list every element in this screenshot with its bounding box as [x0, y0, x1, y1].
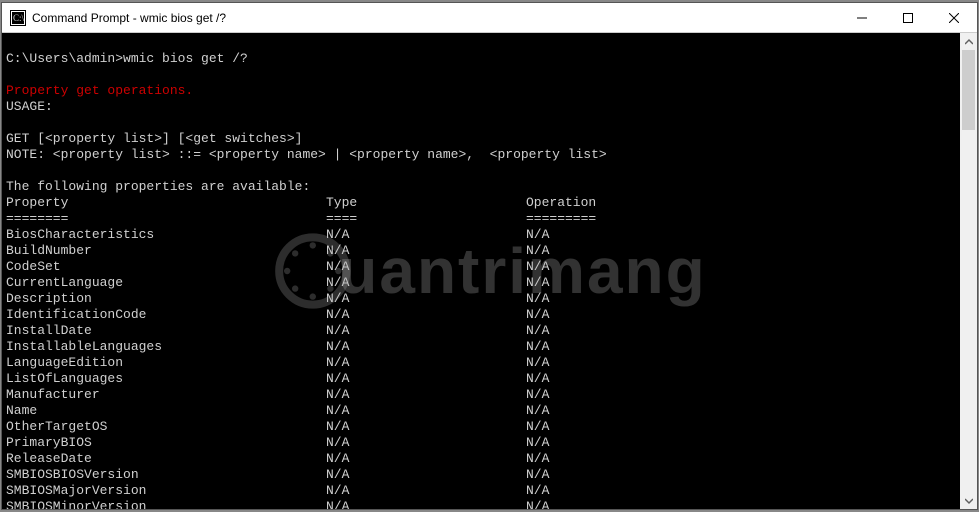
maximize-button[interactable]: [885, 3, 931, 33]
cell-operation: N/A: [526, 339, 549, 355]
cell-type: N/A: [326, 499, 526, 509]
svg-text:C:\: C:\: [13, 13, 25, 23]
cell-operation: N/A: [526, 403, 549, 419]
cell-property: CurrentLanguage: [6, 275, 326, 291]
cell-property: Name: [6, 403, 326, 419]
table-row: NameN/AN/A: [6, 403, 977, 419]
cell-property: BiosCharacteristics: [6, 227, 326, 243]
table-row: OtherTargetOSN/AN/A: [6, 419, 977, 435]
cmd-icon: C:\: [10, 10, 26, 26]
cell-property: PrimaryBIOS: [6, 435, 326, 451]
cell-property: OtherTargetOS: [6, 419, 326, 435]
cell-operation: N/A: [526, 435, 549, 451]
header-property: Property: [6, 195, 326, 211]
cell-operation: N/A: [526, 467, 549, 483]
close-button[interactable]: [931, 3, 977, 33]
header-type: Type: [326, 195, 526, 211]
prompt: C:\Users\admin>: [6, 51, 123, 66]
cell-type: N/A: [326, 227, 526, 243]
table-row: DescriptionN/AN/A: [6, 291, 977, 307]
window-title: Command Prompt - wmic bios get /?: [32, 11, 226, 25]
section-title: Property get operations.: [6, 83, 193, 98]
table-divider: =====================: [6, 211, 977, 227]
cell-type: N/A: [326, 435, 526, 451]
command: wmic bios get /?: [123, 51, 248, 66]
cell-operation: N/A: [526, 291, 549, 307]
table-row: BiosCharacteristicsN/AN/A: [6, 227, 977, 243]
table-row: InstallDateN/AN/A: [6, 323, 977, 339]
available-line: The following properties are available:: [6, 179, 310, 194]
cell-property: LanguageEdition: [6, 355, 326, 371]
cell-type: N/A: [326, 483, 526, 499]
cell-operation: N/A: [526, 259, 549, 275]
cell-property: ListOfLanguages: [6, 371, 326, 387]
vertical-scrollbar[interactable]: [960, 33, 977, 509]
table-row: ListOfLanguagesN/AN/A: [6, 371, 977, 387]
cell-type: N/A: [326, 243, 526, 259]
cell-operation: N/A: [526, 499, 549, 509]
table-row: SMBIOSMinorVersionN/AN/A: [6, 499, 977, 509]
cell-operation: N/A: [526, 275, 549, 291]
usage-label: USAGE:: [6, 99, 53, 114]
cell-type: N/A: [326, 403, 526, 419]
cell-type: N/A: [326, 323, 526, 339]
cell-operation: N/A: [526, 419, 549, 435]
table-row: IdentificationCodeN/AN/A: [6, 307, 977, 323]
cell-type: N/A: [326, 419, 526, 435]
cell-operation: N/A: [526, 451, 549, 467]
cell-type: N/A: [326, 371, 526, 387]
cell-operation: N/A: [526, 355, 549, 371]
cell-property: ReleaseDate: [6, 451, 326, 467]
scroll-down-arrow[interactable]: [960, 492, 977, 509]
table-row: BuildNumberN/AN/A: [6, 243, 977, 259]
table-row: SMBIOSBIOSVersionN/AN/A: [6, 467, 977, 483]
cell-property: SMBIOSMinorVersion: [6, 499, 326, 509]
cell-property: SMBIOSMajorVersion: [6, 483, 326, 499]
cell-type: N/A: [326, 339, 526, 355]
cell-property: Manufacturer: [6, 387, 326, 403]
get-syntax: GET [<property list>] [<get switches>]: [6, 131, 302, 146]
table-row: ReleaseDateN/AN/A: [6, 451, 977, 467]
cell-operation: N/A: [526, 243, 549, 259]
terminal-area[interactable]: C:\Users\admin>wmic bios get /? Property…: [2, 33, 977, 509]
window: C:\ Command Prompt - wmic bios get /? C:…: [1, 2, 978, 510]
note-line: NOTE: <property list> ::= <property name…: [6, 147, 607, 162]
cell-type: N/A: [326, 387, 526, 403]
header-operation: Operation: [526, 195, 596, 211]
table-row: LanguageEditionN/AN/A: [6, 355, 977, 371]
cell-operation: N/A: [526, 307, 549, 323]
cell-property: Description: [6, 291, 326, 307]
cell-property: InstallableLanguages: [6, 339, 326, 355]
cell-operation: N/A: [526, 227, 549, 243]
table-row: PrimaryBIOSN/AN/A: [6, 435, 977, 451]
cell-property: IdentificationCode: [6, 307, 326, 323]
scroll-up-arrow[interactable]: [960, 33, 977, 50]
table-row: SMBIOSMajorVersionN/AN/A: [6, 483, 977, 499]
cell-operation: N/A: [526, 483, 549, 499]
cell-property: BuildNumber: [6, 243, 326, 259]
scroll-track[interactable]: [960, 50, 977, 492]
cell-property: CodeSet: [6, 259, 326, 275]
table-header: PropertyTypeOperation: [6, 195, 977, 211]
cell-operation: N/A: [526, 387, 549, 403]
scroll-thumb[interactable]: [962, 50, 975, 130]
titlebar[interactable]: C:\ Command Prompt - wmic bios get /?: [2, 3, 977, 33]
cell-type: N/A: [326, 451, 526, 467]
terminal-content: C:\Users\admin>wmic bios get /? Property…: [2, 33, 977, 509]
cell-type: N/A: [326, 355, 526, 371]
table-row: CurrentLanguageN/AN/A: [6, 275, 977, 291]
cell-property: SMBIOSBIOSVersion: [6, 467, 326, 483]
cell-operation: N/A: [526, 371, 549, 387]
cell-property: InstallDate: [6, 323, 326, 339]
minimize-button[interactable]: [839, 3, 885, 33]
cell-type: N/A: [326, 307, 526, 323]
cell-type: N/A: [326, 291, 526, 307]
cell-type: N/A: [326, 467, 526, 483]
table-row: InstallableLanguagesN/AN/A: [6, 339, 977, 355]
cell-type: N/A: [326, 259, 526, 275]
cell-type: N/A: [326, 275, 526, 291]
cell-operation: N/A: [526, 323, 549, 339]
table-row: ManufacturerN/AN/A: [6, 387, 977, 403]
table-row: CodeSetN/AN/A: [6, 259, 977, 275]
